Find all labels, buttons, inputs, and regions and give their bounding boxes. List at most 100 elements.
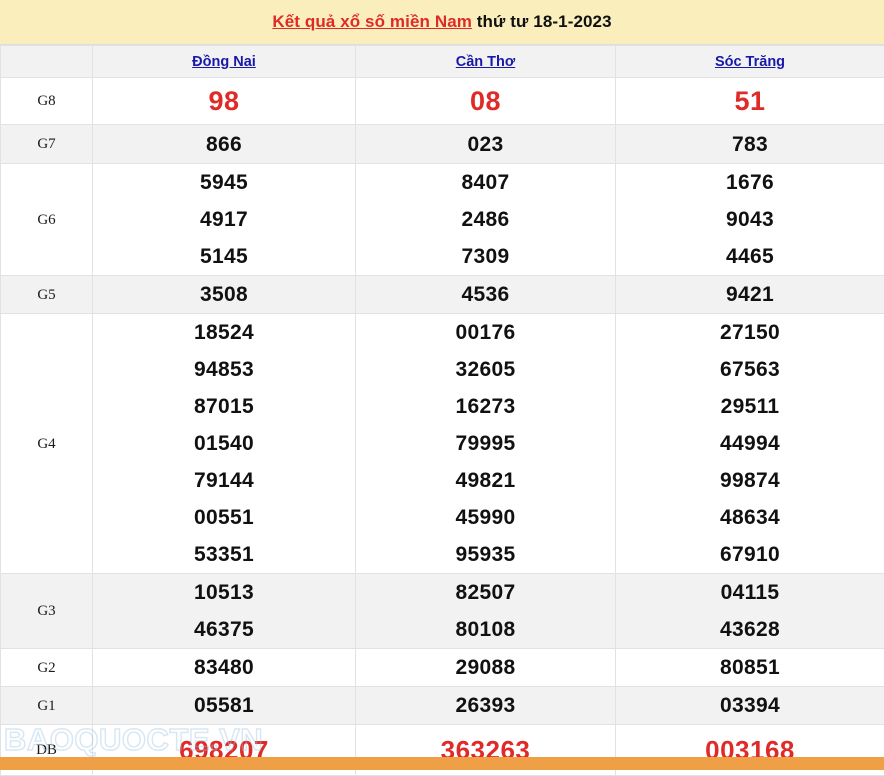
prize-number: 82507	[356, 574, 615, 611]
page-title-main: Kết quả xổ số miền Nam	[272, 12, 472, 31]
prize-number: 00551	[93, 499, 355, 536]
prize-label: G3	[37, 603, 55, 619]
prize-number: 79995	[356, 425, 615, 462]
prize-cell: 023	[356, 125, 616, 164]
prize-number: 08	[470, 86, 501, 116]
prize-number: 4917	[93, 201, 355, 238]
prize-cell: 03394	[616, 687, 884, 725]
prize-label-cell: G3	[1, 574, 93, 649]
prize-cell: 5945 4917 5145	[93, 164, 356, 276]
prize-label-cell: G8	[1, 78, 93, 125]
column-header-province-2[interactable]: Cần Thơ	[356, 46, 616, 78]
prize-number: 04115	[616, 574, 884, 611]
prize-number: 1676	[616, 164, 884, 201]
prize-number: 2486	[356, 201, 615, 238]
table-body: G8 98 08 51 G7 866	[1, 78, 884, 776]
prize-number: 03394	[616, 687, 884, 724]
prize-number: 49821	[356, 462, 615, 499]
prize-cell: 18524 94853 87015 01540 79144 00551 5335…	[93, 314, 356, 574]
prize-number: 866	[93, 126, 355, 163]
prize-label-cell: G2	[1, 649, 93, 687]
column-header-province-1[interactable]: Đồng Nai	[93, 46, 356, 78]
column-header-province-3[interactable]: Sóc Trăng	[616, 46, 884, 78]
prize-cell: 98	[93, 78, 356, 125]
bottom-orange-bar	[0, 757, 884, 770]
prize-number: 27150	[616, 314, 884, 351]
prize-cell: 1676 9043 4465	[616, 164, 884, 276]
prize-number: 80851	[616, 649, 884, 686]
prize-number: 5145	[93, 238, 355, 275]
prize-cell: 783	[616, 125, 884, 164]
prize-cell: 10513 46375	[93, 574, 356, 649]
table-row: G5 3508 4536 9421	[1, 276, 884, 314]
table-row: G1 05581 26393 03394	[1, 687, 884, 725]
page-title-date: thứ tư 18-1-2023	[472, 12, 612, 31]
prize-cell: 27150 67563 29511 44994 99874 48634 6791…	[616, 314, 884, 574]
prize-number: 45990	[356, 499, 615, 536]
prize-cell: 4536	[356, 276, 616, 314]
prize-label: G6	[37, 212, 55, 228]
prize-number: 26393	[356, 687, 615, 724]
prize-number: 5945	[93, 164, 355, 201]
prize-label-cell: G6	[1, 164, 93, 276]
prize-number: 18524	[93, 314, 355, 351]
prize-number: 67563	[616, 351, 884, 388]
prize-cell: 04115 43628	[616, 574, 884, 649]
prize-number: 94853	[93, 351, 355, 388]
prize-label-cell: G1	[1, 687, 93, 725]
table-row: G7 866 023 783	[1, 125, 884, 164]
results-table-wrapper: Đồng Nai Cần Thơ Sóc Trăng G8 98	[0, 44, 884, 776]
prize-label: G1	[37, 698, 55, 714]
page-banner: Kết quả xổ số miền Nam thứ tư 18-1-2023	[0, 0, 884, 44]
prize-number: 29511	[616, 388, 884, 425]
prize-number: 43628	[616, 611, 884, 648]
province-label-2: Cần Thơ	[456, 54, 515, 70]
prize-label: DB	[36, 742, 57, 758]
prize-number: 95935	[356, 536, 615, 573]
prize-cell: 3508	[93, 276, 356, 314]
table-row: G8 98 08 51	[1, 78, 884, 125]
prize-number: 79144	[93, 462, 355, 499]
prize-cell: 866	[93, 125, 356, 164]
prize-number: 7309	[356, 238, 615, 275]
prize-number: 8407	[356, 164, 615, 201]
prize-cell: 80851	[616, 649, 884, 687]
prize-number: 9421	[616, 276, 884, 313]
prize-number: 783	[616, 126, 884, 163]
lottery-results-table: Đồng Nai Cần Thơ Sóc Trăng G8 98	[0, 45, 884, 776]
prize-number: 05581	[93, 687, 355, 724]
prize-label: G5	[37, 287, 55, 303]
prize-number: 67910	[616, 536, 884, 573]
prize-cell: 51	[616, 78, 884, 125]
province-label-3: Sóc Trăng	[715, 54, 785, 70]
table-row: G6 5945 4917 5145 8407 2486 7309 1676 90…	[1, 164, 884, 276]
prize-label: G7	[37, 136, 55, 152]
prize-number: 44994	[616, 425, 884, 462]
table-header: Đồng Nai Cần Thơ Sóc Trăng	[1, 46, 884, 78]
prize-number: 01540	[93, 425, 355, 462]
prize-label-cell: G5	[1, 276, 93, 314]
prize-number: 51	[734, 86, 765, 116]
prize-number: 3508	[93, 276, 355, 313]
prize-number: 80108	[356, 611, 615, 648]
page-title: Kết quả xổ số miền Nam thứ tư 18-1-2023	[272, 12, 611, 32]
prize-number: 10513	[93, 574, 355, 611]
prize-cell: 82507 80108	[356, 574, 616, 649]
prize-number: 4465	[616, 238, 884, 275]
prize-number: 87015	[93, 388, 355, 425]
prize-number: 83480	[93, 649, 355, 686]
table-row: G3 10513 46375 82507 80108 04115 43628	[1, 574, 884, 649]
prize-number: 53351	[93, 536, 355, 573]
prize-label: G2	[37, 660, 55, 676]
prize-cell: 29088	[356, 649, 616, 687]
prize-number: 4536	[356, 276, 615, 313]
prize-label: G8	[37, 93, 55, 109]
prize-label-cell: G4	[1, 314, 93, 574]
prize-number: 98	[208, 86, 239, 116]
prize-number: 29088	[356, 649, 615, 686]
prize-number: 9043	[616, 201, 884, 238]
prize-cell: 9421	[616, 276, 884, 314]
table-header-row: Đồng Nai Cần Thơ Sóc Trăng	[1, 46, 884, 78]
prize-cell: 00176 32605 16273 79995 49821 45990 9593…	[356, 314, 616, 574]
header-corner-cell	[1, 46, 93, 78]
